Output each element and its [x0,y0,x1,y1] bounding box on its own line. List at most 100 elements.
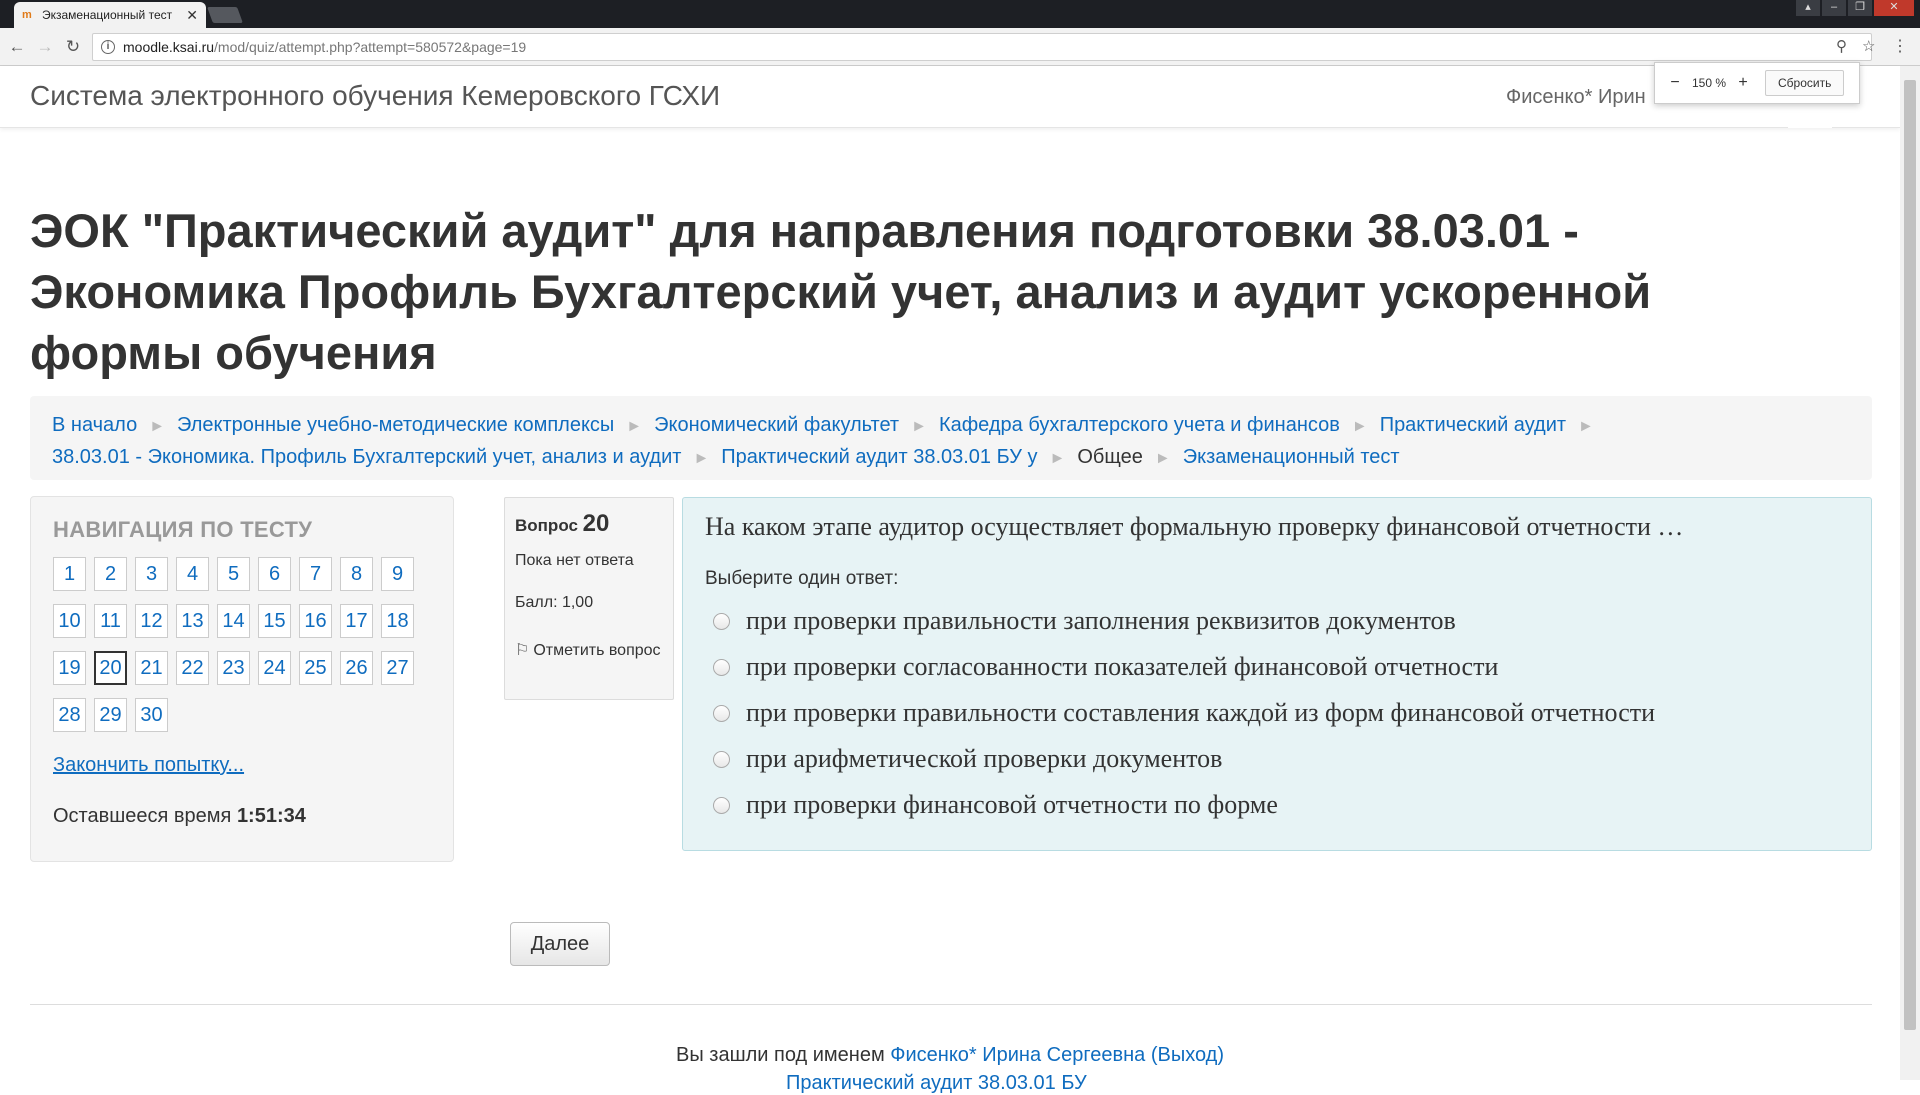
question-nav-button[interactable]: 5 [217,557,250,591]
question-nav-button[interactable]: 9 [381,557,414,591]
answer-option[interactable]: при проверки финансовой отчетности по фо… [705,782,1849,828]
page-scrollbar[interactable] [1900,66,1920,1080]
question-nav-button[interactable]: 24 [258,651,291,685]
breadcrumb-item[interactable]: Экономический факультет [654,414,899,436]
question-nav-button[interactable]: 4 [176,557,209,591]
question-nav-button[interactable]: 2 [94,557,127,591]
question-nav-button[interactable]: 11 [94,604,127,638]
question-nav-button[interactable]: 15 [258,604,291,638]
breadcrumb-separator-icon: ► [1578,418,1594,435]
breadcrumb-item[interactable]: В начало [52,414,137,436]
question-nav-button[interactable]: 13 [176,604,209,638]
answer-option[interactable]: при арифметической проверки документов [705,736,1849,782]
site-header: Система электронного обучения Кемеровско… [0,66,1900,128]
flag-question-label[interactable]: Отметить вопрос [533,642,660,659]
course-footer-link[interactable]: Практический аудит 38.03.01 БУ [786,1072,1087,1095]
question-content: На каком этапе аудитор осуществляет форм… [682,497,1872,851]
breadcrumb-item[interactable]: Практический аудит 38.03.01 БУ у [721,446,1037,468]
answer-label[interactable]: при арифметической проверки документов [746,744,1222,774]
breadcrumb-separator-icon: ► [1049,450,1066,467]
zoom-out-button[interactable]: − [1665,74,1685,92]
question-nav-button[interactable]: 16 [299,604,332,638]
question-grid: 1 2 3 4 5 6 7 8 9 10 11 12 13 14 15 16 17 18 19 20 21 22 23 24 2… [53,557,431,732]
user-menu[interactable]: Фисенко* Ирин [1506,86,1646,109]
scrollbar-thumb[interactable] [1904,80,1916,1030]
question-nav-button[interactable]: 30 [135,698,168,732]
question-nav-button[interactable]: 17 [340,604,373,638]
breadcrumb-separator-icon: ► [1154,450,1171,467]
new-tab-button[interactable] [207,7,243,23]
maximize-button[interactable]: ❐ [1848,0,1872,16]
question-number-value: 20 [582,510,610,537]
breadcrumb-item[interactable]: Кафедра бухгалтерского учета и финансов [939,414,1340,436]
question-nav-button[interactable]: 12 [135,604,168,638]
question-nav-button[interactable]: 26 [340,651,373,685]
zoom-in-button[interactable]: + [1733,74,1753,92]
answer-radio[interactable] [713,612,730,630]
breadcrumb-separator-icon: ► [911,418,927,435]
close-window-button[interactable]: ✕ [1874,0,1914,16]
question-nav-button[interactable]: 27 [381,651,414,685]
breadcrumb-item: Общее [1077,446,1143,468]
finish-attempt-link[interactable]: Закончить попытку... [53,754,431,777]
answer-radio[interactable] [713,750,730,768]
question-nav-button[interactable]: 3 [135,557,168,591]
footer-divider [30,1004,1872,1005]
question-nav-button[interactable]: 10 [53,604,86,638]
answer-option[interactable]: при проверки правильности заполнения рек… [705,598,1849,644]
browser-tab[interactable]: m Экзаменационный тест ✕ [14,2,206,28]
browser-menu-icon[interactable]: ⋮ [1892,36,1908,56]
bookmark-star-icon[interactable]: ☆ [1862,37,1875,55]
answer-radio[interactable] [713,796,730,814]
breadcrumb-item[interactable]: 38.03.01 - Экономика. Профиль Бухгалтерс… [52,446,681,468]
question-nav-button[interactable]: 29 [94,698,127,732]
question-nav-button[interactable]: 19 [53,651,86,685]
answer-option[interactable]: при проверки согласованности показателей… [705,644,1849,690]
window-controls: ▴ ‒ ❐ ✕ [1796,0,1914,16]
breadcrumb-item[interactable]: Экзаменационный тест [1183,446,1400,468]
address-bar[interactable]: i moodle.ksai.ru/mod/quiz/attempt.php?at… [92,33,1872,61]
user-profile-link[interactable]: Фисенко* Ирина Сергеевна [890,1044,1145,1066]
user-icon[interactable]: ▴ [1796,0,1820,16]
zoom-icon[interactable]: ⚲ [1836,37,1847,55]
question-nav-button[interactable]: 23 [217,651,250,685]
flag-question-button[interactable]: ⚐ Отметить вопрос [515,636,663,666]
zoom-popup: − 150 % + Сбросить [1654,62,1860,104]
next-page-button[interactable]: Далее [510,922,610,966]
zoom-reset-button[interactable]: Сбросить [1765,70,1845,96]
question-nav-button[interactable]: 14 [217,604,250,638]
question-nav-button[interactable]: 22 [176,651,209,685]
question-number: Вопрос 20 [515,510,663,538]
question-nav-button[interactable]: 25 [299,651,332,685]
breadcrumb-item[interactable]: Электронные учебно-методические комплекс… [177,414,614,436]
minimize-button[interactable]: ‒ [1822,0,1846,16]
logout-link[interactable]: (Выход) [1151,1044,1224,1066]
answer-label[interactable]: при проверки финансовой отчетности по фо… [746,790,1278,820]
question-nav-button[interactable]: 20 [94,651,127,685]
tab-close-icon[interactable]: ✕ [186,7,198,24]
reload-icon[interactable]: ↻ [62,37,84,57]
question-nav-button[interactable]: 28 [53,698,86,732]
breadcrumb-separator-icon: ► [626,418,643,435]
breadcrumb-item[interactable]: Практический аудит [1380,414,1566,436]
answer-prompt: Выберите один ответ: [705,568,899,589]
answer-label[interactable]: при проверки правильности составления ка… [746,698,1655,728]
flag-icon[interactable]: ⚐ [515,636,529,666]
info-icon[interactable]: i [101,40,115,54]
url-host: moodle.ksai.ru [123,39,215,55]
answer-label[interactable]: при проверки согласованности показателей… [746,652,1498,682]
answer-option[interactable]: при проверки правильности составления ка… [705,690,1849,736]
site-name[interactable]: Система электронного обучения Кемеровско… [30,80,720,112]
answer-radio[interactable] [713,658,730,676]
answer-radio[interactable] [713,704,730,722]
question-nav-button[interactable]: 8 [340,557,373,591]
question-nav-button[interactable]: 21 [135,651,168,685]
forward-icon[interactable]: → [34,37,56,57]
question-nav-button[interactable]: 18 [381,604,414,638]
question-nav-button[interactable]: 7 [299,557,332,591]
question-nav-button[interactable]: 6 [258,557,291,591]
time-left-label: Оставшееся время [53,805,232,827]
back-icon[interactable]: ← [6,37,28,57]
question-nav-button[interactable]: 1 [53,557,86,591]
answer-label[interactable]: при проверки правильности заполнения рек… [746,606,1456,636]
